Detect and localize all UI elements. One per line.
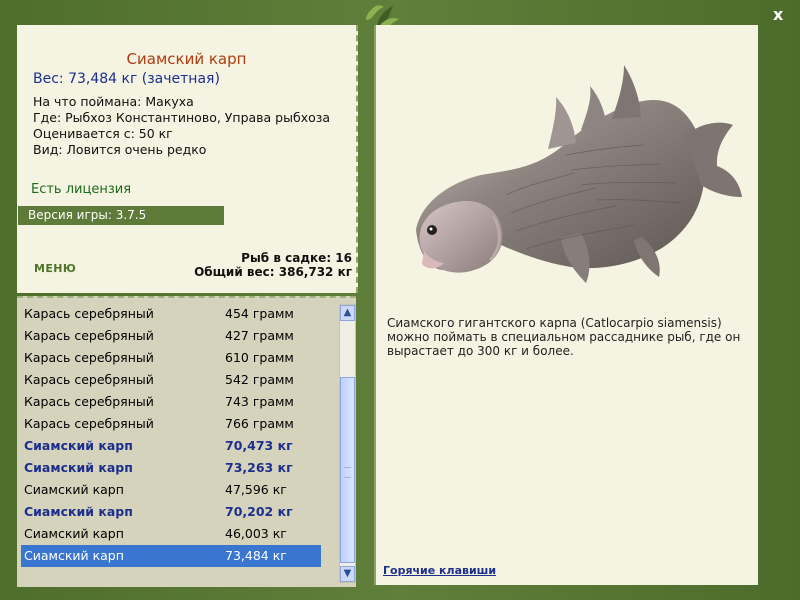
cage-count: Рыб в садке: 16 <box>241 251 352 265</box>
cage-total-weight: Общий вес: 386,732 кг <box>194 265 352 279</box>
game-version: Версия игры: 3.7.5 <box>18 206 224 225</box>
fish-title: Сиамский карп <box>126 50 247 68</box>
catch-list-row[interactable]: Сиамский карп 70,202 кг <box>21 501 321 523</box>
catch-fish-name: Сиамский карп <box>24 438 133 453</box>
catch-fish-name: Сиамский карп <box>24 548 124 563</box>
catch-list-row[interactable]: Сиамский карп 70,473 кг <box>21 435 321 457</box>
description-line-1: Сиамского гигантского карпа (Catlocarpio… <box>387 316 722 330</box>
catch-list-panel: Карась серебряный 454 грамм Карась серебря… <box>17 296 356 587</box>
catch-fish-weight: 610 грамм <box>225 350 294 365</box>
fish-kind: Вид: Ловится очень редко <box>33 142 207 157</box>
catch-fish-weight: 427 грамм <box>225 328 294 343</box>
catch-fish-weight: 47,596 кг <box>225 482 287 497</box>
description-line-3: вырастает до 300 кг и более. <box>387 344 574 358</box>
description-line-2: можно поймать в специальном рассаднике р… <box>387 330 741 344</box>
catch-fish-name: Карась серебряный <box>24 306 154 321</box>
close-button[interactable]: x <box>773 5 783 24</box>
catch-fish-weight: 743 грамм <box>225 394 294 409</box>
fish-description: Сиамского гигантского карпа (Catlocarpio… <box>387 316 747 358</box>
catch-list-row[interactable]: Карась серебряный 766 грамм <box>21 413 321 435</box>
catch-list-row[interactable]: Карась серебряный 454 грамм <box>21 303 321 325</box>
scroll-up-button[interactable]: ▲ <box>340 305 355 321</box>
catch-list-scrollbar[interactable]: ▲ ▼ <box>339 304 356 583</box>
fish-rated-from: Оценивается с: 50 кг <box>33 126 173 141</box>
hotkeys-link[interactable]: Горячие клавиши <box>383 564 496 577</box>
fish-location: Где: Рыбхоз Константиново, Управа рыбхоз… <box>33 110 331 125</box>
catch-list-row[interactable]: Карась серебряный 610 грамм <box>21 347 321 369</box>
catch-fish-name: Карась серебряный <box>24 350 154 365</box>
catch-list-row[interactable]: Карась серебряный 542 грамм <box>21 369 321 391</box>
catch-fish-name: Сиамский карп <box>24 482 124 497</box>
catch-fish-name: Сиамский карп <box>24 526 124 541</box>
catch-fish-name: Карась серебряный <box>24 394 154 409</box>
fish-info-panel: Сиамский карп Вес: 73,484 кг (зачетная) … <box>17 25 358 293</box>
fish-image <box>416 65 742 283</box>
fish-details: На что поймана: Макуха Где: Рыбхоз Конст… <box>33 94 330 158</box>
license-status: Есть лицензия <box>31 182 132 197</box>
catch-list-row[interactable]: Карась серебряный 427 грамм <box>21 325 321 347</box>
menu-button[interactable]: МЕНЮ <box>34 262 76 275</box>
fish-weight: Вес: 73,484 кг (зачетная) <box>33 71 220 87</box>
catch-fish-weight: 542 грамм <box>225 372 294 387</box>
catch-list-row[interactable]: Сиамский карп 47,596 кг <box>21 479 321 501</box>
scroll-thumb[interactable] <box>340 377 355 563</box>
catch-list-row[interactable]: Карась серебряный 743 грамм <box>21 391 321 413</box>
catch-fish-name: Сиамский карп <box>24 460 133 475</box>
fish-preview-panel: Сиамского гигантского карпа (Catlocarpio… <box>374 25 758 585</box>
catch-fish-weight: 70,473 кг <box>225 438 293 453</box>
catch-fish-name: Карась серебряный <box>24 416 154 431</box>
catch-fish-weight: 73,263 кг <box>225 460 293 475</box>
catch-fish-weight: 454 грамм <box>225 306 294 321</box>
catch-list-row[interactable]: Сиамский карп 73,484 кг <box>21 545 321 567</box>
catch-list-row[interactable]: Сиамский карп 73,263 кг <box>21 457 321 479</box>
catch-fish-weight: 766 грамм <box>225 416 294 431</box>
catch-fish-weight: 73,484 кг <box>225 548 287 563</box>
scroll-down-button[interactable]: ▼ <box>340 566 355 582</box>
cage-summary: Рыб в садке: 16 Общий вес: 386,732 кг <box>194 251 352 279</box>
scroll-thumb-grip <box>344 467 351 478</box>
catch-fish-weight: 70,202 кг <box>225 504 293 519</box>
fish-caught-on: На что поймана: Макуха <box>33 94 194 109</box>
catch-fish-weight: 46,003 кг <box>225 526 287 541</box>
catch-fish-name: Карась серебряный <box>24 372 154 387</box>
catch-fish-name: Сиамский карп <box>24 504 133 519</box>
catch-list-row[interactable]: Сиамский карп 46,003 кг <box>21 523 321 545</box>
catch-fish-name: Карась серебряный <box>24 328 154 343</box>
